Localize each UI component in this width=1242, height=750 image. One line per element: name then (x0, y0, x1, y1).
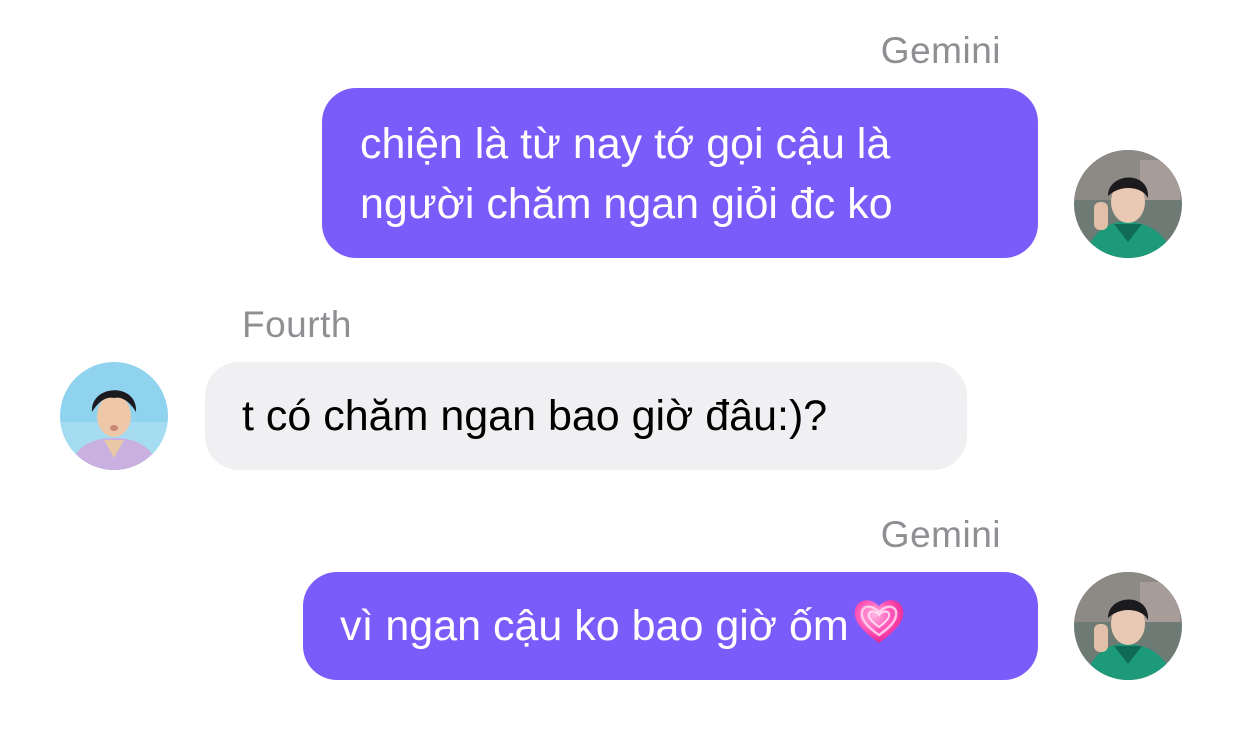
message-bubble-incoming[interactable]: t có chăm ngan bao giờ đâu:)? (205, 362, 967, 470)
heart-icon (851, 596, 907, 662)
message-text-line: t có chăm ngan bao giờ đâu:)? (242, 392, 828, 440)
sender-name: Fourth (242, 304, 352, 345)
message-bubble-outgoing[interactable]: vì ngan cậu ko bao giờ ốm (303, 572, 1038, 680)
message-text-line: vì ngan cậu ko bao giờ ốm (340, 602, 849, 650)
avatar-gemini[interactable] (1074, 572, 1182, 680)
avatar-gemini[interactable] (1074, 150, 1182, 258)
avatar-fourth[interactable] (60, 362, 168, 470)
sender-name: Gemini (880, 514, 1001, 555)
sender-name: Gemini (880, 30, 1001, 71)
message-text-line: người chăm ngan giỏi đc ko (360, 180, 893, 228)
message-bubble-outgoing[interactable]: chiện là từ nay tớ gọi cậu là người chăm… (322, 88, 1038, 258)
message-text-line: chiện là từ nay tớ gọi cậu là (360, 120, 891, 168)
